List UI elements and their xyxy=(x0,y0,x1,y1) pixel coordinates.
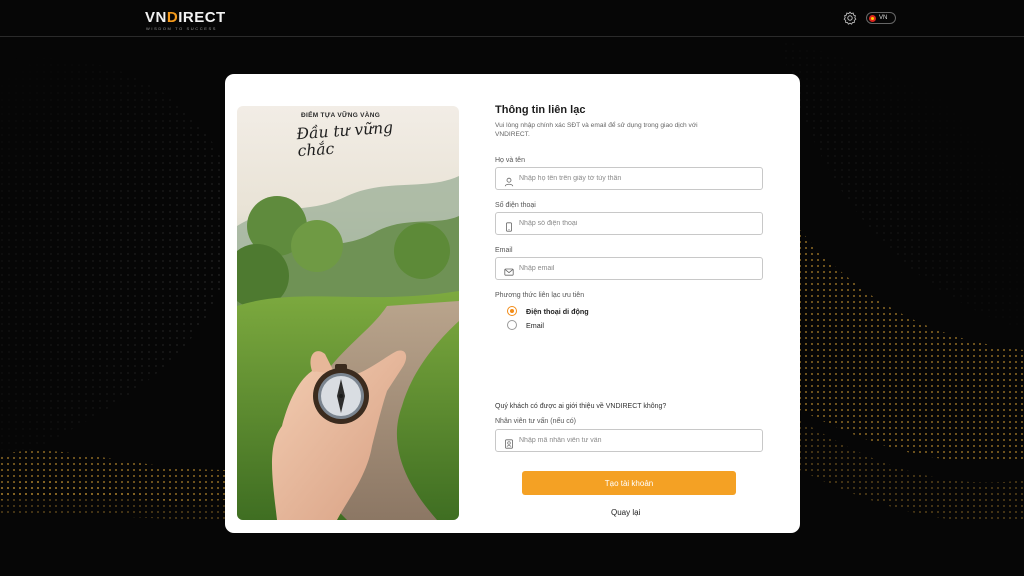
radio-email[interactable] xyxy=(507,320,517,330)
create-account-button[interactable]: Tạo tài khoản xyxy=(522,471,736,495)
hero-kicker-text: ĐIỂM TỰA VỮNG VÀNG xyxy=(301,112,381,119)
contact-option-label: Điện thoại di động xyxy=(526,306,589,316)
id-badge-icon xyxy=(504,436,514,449)
contact-preference-label: Phương thức liên lạc ưu tiên xyxy=(495,292,585,299)
radio-mobile[interactable] xyxy=(507,306,517,316)
top-navigation-bar: VNDIRECT WISDOM TO SUCCESS VN xyxy=(0,0,1024,37)
vietnam-flag-icon xyxy=(869,14,876,22)
advisor-label: Nhân viên tư vấn (nếu có) xyxy=(495,418,576,425)
form-description: Vui lòng nhập chính xác SĐT và email để … xyxy=(495,122,698,138)
language-code: VN xyxy=(879,15,888,21)
full-name-field[interactable] xyxy=(495,167,763,190)
logo-text-suffix: IRECT xyxy=(178,9,226,26)
form-title: Thông tin liên lạc xyxy=(495,104,586,116)
contact-option-email[interactable]: Email xyxy=(507,320,544,330)
referral-question: Quý khách có được ai giới thiệu về VNDIR… xyxy=(495,403,667,410)
logo-text-prefix: VN xyxy=(145,9,167,26)
mail-icon xyxy=(504,264,514,276)
full-name-input[interactable] xyxy=(519,175,749,182)
vndirect-logo[interactable]: VNDIRECT WISDOM TO SUCCESS xyxy=(145,9,226,31)
logo-tagline: WISDOM TO SUCCESS xyxy=(146,26,218,31)
landscape-compass-illustration xyxy=(237,106,459,520)
back-link[interactable]: Quay lại xyxy=(611,508,640,517)
phone-label: Số điện thoại xyxy=(495,202,536,209)
phone-field[interactable] xyxy=(495,212,763,235)
registration-card: ĐIỂM TỰA VỮNG VÀNG Đầu tư vững chắc Thôn… xyxy=(225,74,800,533)
gear-icon[interactable] xyxy=(843,11,857,25)
user-icon xyxy=(504,174,514,186)
email-input[interactable] xyxy=(519,265,749,272)
email-field[interactable] xyxy=(495,257,763,280)
logo-text-accent: D xyxy=(166,9,179,26)
full-name-label: Họ và tên xyxy=(495,157,525,164)
advisor-input[interactable] xyxy=(519,437,749,444)
phone-icon xyxy=(504,219,514,232)
contact-option-mobile[interactable]: Điện thoại di động xyxy=(507,306,589,316)
language-selector[interactable]: VN xyxy=(866,12,896,24)
advisor-field[interactable] xyxy=(495,429,763,452)
hero-image: ĐIỂM TỰA VỮNG VÀNG Đầu tư vững chắc xyxy=(237,106,459,520)
contact-option-label: Email xyxy=(526,320,544,330)
phone-input[interactable] xyxy=(519,220,749,227)
email-label: Email xyxy=(495,247,513,254)
